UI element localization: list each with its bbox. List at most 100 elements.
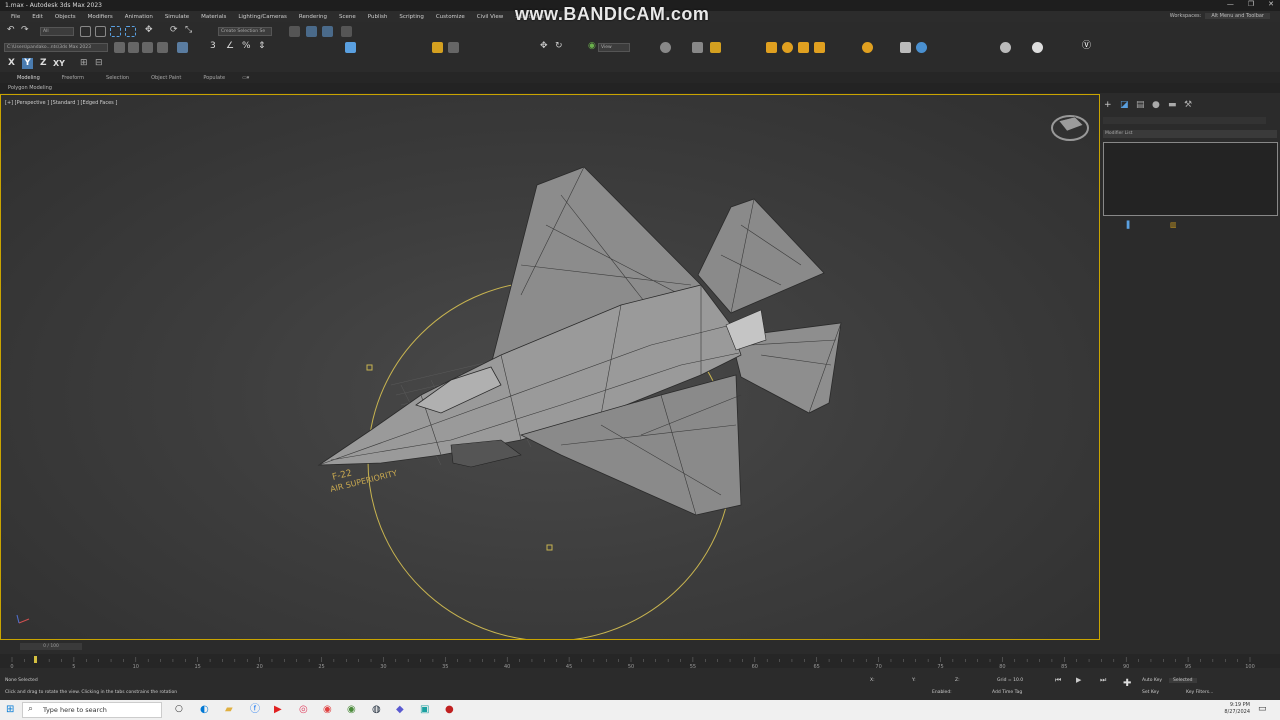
vray-icon[interactable]: Ⓥ <box>1082 41 1091 52</box>
maximize-button[interactable]: ❐ <box>1248 0 1254 8</box>
render-production-icon[interactable] <box>710 42 721 53</box>
modifier-list-dropdown[interactable]: Modifier List <box>1103 130 1277 138</box>
time-slider[interactable]: 0 / 100 <box>0 640 1280 654</box>
selected-dropdown[interactable]: Selected <box>1169 678 1197 683</box>
menu-animation[interactable]: Animation <box>119 14 159 20</box>
bandicam-icon[interactable]: ● <box>445 704 454 715</box>
menu-scene[interactable]: Scene <box>333 14 362 20</box>
menu-scripting[interactable]: Scripting <box>393 14 429 20</box>
tab-object-paint[interactable]: Object Paint <box>140 75 192 81</box>
system-clock[interactable]: 9:19 PM 8/27/2024 <box>1224 702 1250 716</box>
menu-objects[interactable]: Objects <box>49 14 82 20</box>
constraint-icon[interactable]: ⊞ <box>80 58 88 69</box>
configure-sets-icon[interactable]: ▥ <box>1170 220 1177 231</box>
rotate-tool-icon[interactable]: ↻ <box>555 41 563 52</box>
sun-icon[interactable] <box>798 42 809 53</box>
axis-z-button[interactable]: Z <box>40 58 47 69</box>
scene-explorer-icon[interactable] <box>289 26 300 37</box>
percent-snap-icon[interactable]: % <box>242 41 251 52</box>
axis-y-button[interactable]: Y <box>22 58 33 69</box>
undo-icon[interactable]: ↶ <box>7 25 15 36</box>
redo-icon[interactable]: ↷ <box>21 25 29 36</box>
window-crossing-icon[interactable] <box>125 26 136 37</box>
menu-file[interactable]: File <box>5 14 26 20</box>
tab-populate[interactable]: Populate <box>192 75 236 81</box>
link-icon[interactable] <box>114 42 125 53</box>
steam-icon[interactable]: ◍ <box>372 704 381 715</box>
select-object-icon[interactable] <box>80 26 91 37</box>
auto-key-button[interactable]: Auto Key <box>1142 678 1162 683</box>
chrome-icon[interactable]: ◉ <box>323 704 332 715</box>
workspaces-dropdown[interactable]: Alt Menu and Toolbar <box>1205 13 1270 19</box>
object-name-field[interactable] <box>1103 117 1266 124</box>
key-filters-button[interactable]: Key Filters... <box>1186 690 1213 695</box>
toggle-ribbon-icon[interactable] <box>322 26 333 37</box>
set-key-button[interactable]: Set Key <box>1142 690 1159 695</box>
modify-tab-icon[interactable]: ◪ <box>1120 100 1129 111</box>
notifications-icon[interactable]: ▭ <box>1258 704 1267 715</box>
curve-editor-icon[interactable] <box>341 26 352 37</box>
go-to-start-icon[interactable]: ⏮ <box>1055 675 1061 686</box>
axis-xy-button[interactable]: XY <box>53 58 65 69</box>
project-path-dropdown[interactable]: C:\Users\pandako...nts\3ds Max 2023 <box>4 43 108 52</box>
modifier-stack[interactable] <box>1103 142 1278 216</box>
material-sphere-icon[interactable] <box>1000 42 1011 53</box>
youtube-icon[interactable]: ▶ <box>274 704 282 715</box>
menu-modifiers[interactable]: Modifiers <box>82 14 119 20</box>
windows-start-icon[interactable]: ⊞ <box>6 704 14 715</box>
motion-tab-icon[interactable]: ● <box>1152 100 1160 111</box>
display-tab-icon[interactable]: ▬ <box>1168 100 1177 111</box>
track-bar[interactable]: 0 5 10 15 20 25 30 35 40 45 50 55 60 65 70 75 80 85 90 95 10… <box>0 654 1280 670</box>
create-selection-set-dropdown[interactable]: Create Selection Se <box>218 27 272 36</box>
opera-icon[interactable]: ◎ <box>299 704 308 715</box>
render-frame-icon[interactable] <box>692 42 703 53</box>
key-mode-icon[interactable]: ✚ <box>1123 678 1131 689</box>
ribbon-options-icon[interactable]: ▭▾ <box>236 75 249 81</box>
arnold-light-icon[interactable] <box>766 42 777 53</box>
menu-simulate[interactable]: Simulate <box>159 14 195 20</box>
view-dropdown[interactable]: View <box>598 43 630 52</box>
spinner-snap-icon[interactable]: ⇕ <box>258 41 266 52</box>
3dsmax-icon[interactable]: ▣ <box>420 704 429 715</box>
snap-3d-icon[interactable]: 3 <box>210 41 216 52</box>
render-setup-icon[interactable] <box>448 42 459 53</box>
file-explorer-icon[interactable]: ▰ <box>225 704 233 715</box>
add-time-tag[interactable]: Add Time Tag <box>992 690 1022 695</box>
taskbar-search-input[interactable]: Type here to search <box>22 702 162 718</box>
globe-icon[interactable]: ◉ <box>588 41 596 52</box>
selection-filter-dropdown[interactable]: All <box>40 27 74 36</box>
teapot-icon[interactable] <box>660 42 671 53</box>
menu-lighting-cameras[interactable]: Lighting/Cameras <box>232 14 293 20</box>
box-primitive-icon[interactable] <box>900 42 911 53</box>
bind-space-warp-icon[interactable] <box>142 42 153 53</box>
aircraft-model[interactable]: F-22 AIR SUPERIORITY <box>1 95 1099 639</box>
app-icon[interactable]: ◆ <box>396 704 404 715</box>
select-active-icon[interactable] <box>177 42 188 53</box>
render-sphere-icon[interactable] <box>1032 42 1043 53</box>
tab-freeform[interactable]: Freeform <box>51 75 95 81</box>
menu-civil-view[interactable]: Civil View <box>471 14 509 20</box>
angle-snap-icon[interactable]: ∠ <box>226 41 234 52</box>
light-icon[interactable] <box>814 42 825 53</box>
utilities-tab-icon[interactable]: ⚒ <box>1184 100 1192 111</box>
axis-x-button[interactable]: X <box>8 58 15 69</box>
menu-customize[interactable]: Customize <box>430 14 471 20</box>
reference-icon[interactable] <box>157 42 168 53</box>
facebook-icon[interactable]: ⓕ <box>250 704 260 715</box>
go-to-end-icon[interactable]: ⏭ <box>1100 675 1106 686</box>
sphere-primitive-icon[interactable] <box>916 42 927 53</box>
frame-indicator[interactable]: 0 / 100 <box>20 643 82 650</box>
material-editor-icon[interactable] <box>432 42 443 53</box>
perspective-viewport[interactable]: [+] [Perspective ] [Standard ] [Edged Fa… <box>0 94 1100 640</box>
cortana-icon[interactable]: ○ <box>175 704 183 715</box>
menu-publish[interactable]: Publish <box>362 14 394 20</box>
move-icon[interactable]: ✥ <box>145 25 153 36</box>
pin-stack-icon[interactable]: ▐ <box>1124 220 1129 231</box>
edge-icon[interactable]: ◐ <box>200 704 209 715</box>
layer-explorer-icon[interactable] <box>306 26 317 37</box>
tab-modeling[interactable]: Modeling <box>6 75 51 81</box>
select-by-name-icon[interactable] <box>95 26 106 37</box>
sky-icon[interactable] <box>782 42 793 53</box>
mirror-icon[interactable] <box>345 42 356 53</box>
move-tool-icon[interactable]: ✥ <box>540 41 548 52</box>
